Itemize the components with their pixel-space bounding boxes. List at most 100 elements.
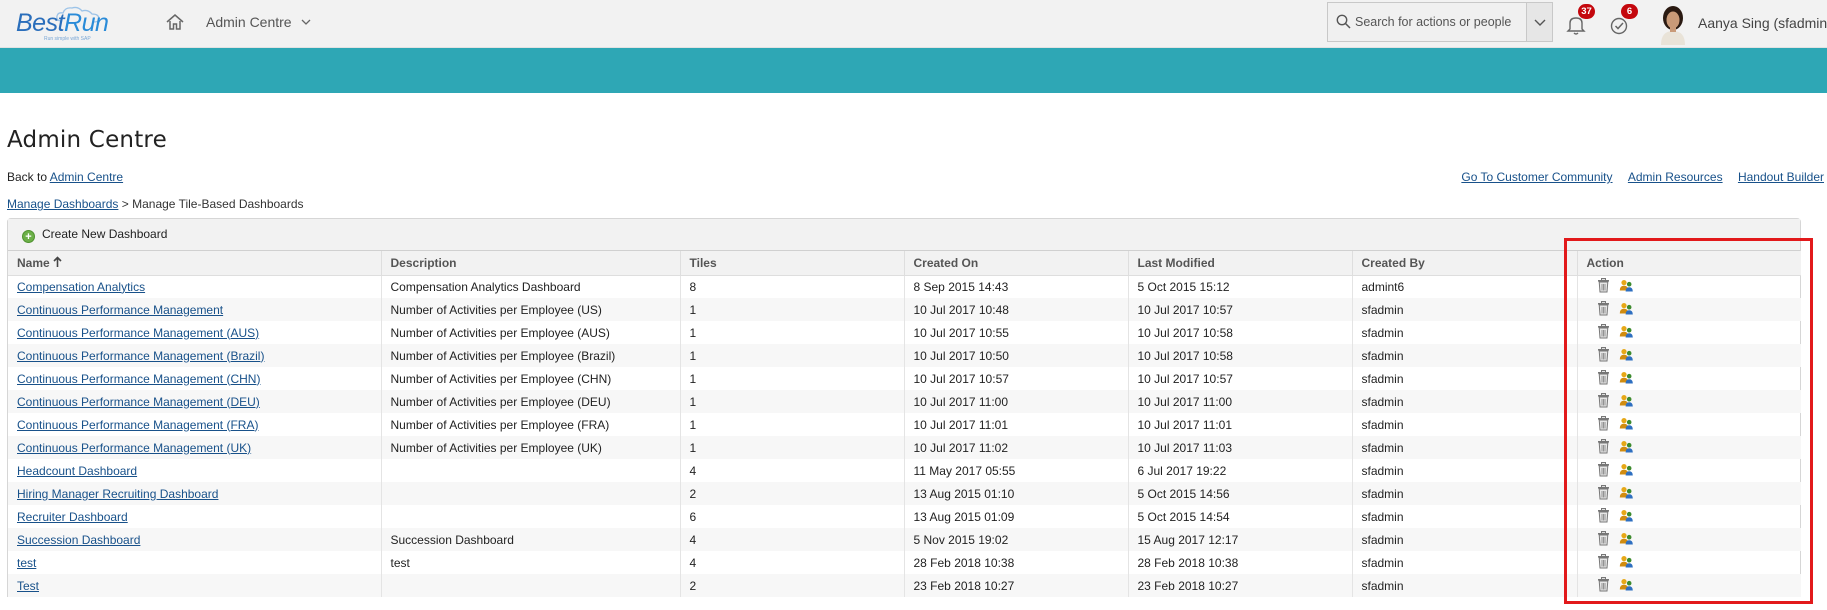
- dashboard-name-link[interactable]: Continuous Performance Management (UK): [17, 441, 251, 455]
- trash-icon[interactable]: [1597, 576, 1610, 595]
- dashboard-name-link[interactable]: Recruiter Dashboard: [17, 510, 128, 524]
- cell-name: Recruiter Dashboard: [8, 505, 382, 528]
- column-header-name[interactable]: Name: [8, 251, 382, 276]
- cell-name: Continuous Performance Management (UK): [8, 436, 382, 459]
- user-name[interactable]: Aanya Sing (sfadmin): [1698, 15, 1827, 31]
- cell-description: Number of Activities per Employee (AUS): [381, 321, 681, 344]
- column-header-created-on[interactable]: Created On: [904, 251, 1129, 276]
- dashboard-name-link[interactable]: Continuous Performance Management (DEU): [17, 395, 260, 409]
- share-users-icon[interactable]: [1619, 532, 1634, 548]
- table-row: Compensation Analytics Compensation Analy…: [8, 275, 1801, 298]
- cell-action: [1577, 482, 1801, 505]
- share-users-icon[interactable]: [1619, 302, 1634, 318]
- trash-icon[interactable]: [1597, 438, 1610, 457]
- table-row: Test 2 23 Feb 2018 10:27 23 Feb 2018 10:27 s…: [8, 574, 1801, 597]
- cell-last-modified: 10 Jul 2017 11:03: [1128, 436, 1353, 459]
- dashboards-table: Name Description Tiles Created On Last M…: [8, 251, 1801, 597]
- cell-last-modified: 6 Jul 2017 19:22: [1128, 459, 1353, 482]
- company-logo[interactable]: BestRun Run simple with SAP: [16, 5, 116, 43]
- trash-icon[interactable]: [1597, 530, 1610, 549]
- column-header-created-by[interactable]: Created By: [1352, 251, 1578, 276]
- table-header-row: Name Description Tiles Created On Last M…: [8, 251, 1801, 276]
- share-users-icon[interactable]: [1619, 279, 1634, 295]
- cell-description: [381, 505, 681, 528]
- share-users-icon[interactable]: [1619, 394, 1634, 410]
- trash-icon[interactable]: [1597, 553, 1610, 572]
- cell-last-modified: 28 Feb 2018 10:38: [1128, 551, 1353, 574]
- global-search[interactable]: [1327, 2, 1553, 42]
- avatar[interactable]: [1655, 1, 1691, 45]
- cell-created-on: 23 Feb 2018 10:27: [904, 574, 1129, 597]
- share-users-icon[interactable]: [1619, 440, 1634, 456]
- share-users-icon[interactable]: [1619, 325, 1634, 341]
- trash-icon[interactable]: [1597, 346, 1610, 365]
- trash-icon[interactable]: [1597, 300, 1610, 319]
- cell-name: Continuous Performance Management (FRA): [8, 413, 382, 436]
- share-users-icon[interactable]: [1619, 463, 1634, 479]
- dashboard-name-link[interactable]: Test: [17, 579, 39, 593]
- column-header-last-modified[interactable]: Last Modified: [1128, 251, 1353, 276]
- cell-last-modified: 5 Oct 2015 15:12: [1128, 275, 1353, 298]
- trash-icon[interactable]: [1597, 277, 1610, 296]
- column-header-description[interactable]: Description: [381, 251, 681, 276]
- table-row: Continuous Performance Management (FRA) N…: [8, 413, 1801, 436]
- share-users-icon[interactable]: [1619, 509, 1634, 525]
- notifications-button[interactable]: 37: [1566, 4, 1595, 36]
- admin-centre-menu[interactable]: Admin Centre: [206, 14, 311, 30]
- trash-icon[interactable]: [1597, 507, 1610, 526]
- admin-resources-link[interactable]: Admin Resources: [1628, 170, 1723, 184]
- customer-community-link[interactable]: Go To Customer Community: [1461, 170, 1612, 184]
- home-button[interactable]: [165, 12, 187, 34]
- back-prefix: Back to: [7, 170, 50, 184]
- trash-icon[interactable]: [1597, 415, 1610, 434]
- trash-icon[interactable]: [1597, 369, 1610, 388]
- share-users-icon[interactable]: [1619, 371, 1634, 387]
- trash-icon[interactable]: [1597, 461, 1610, 480]
- search-scope-dropdown[interactable]: [1526, 2, 1553, 42]
- cell-created-on: 5 Nov 2015 19:02: [904, 528, 1129, 551]
- dashboard-name-link[interactable]: Headcount Dashboard: [17, 464, 137, 478]
- admin-centre-menu-label: Admin Centre: [206, 14, 292, 30]
- cell-created-by: sfadmin: [1352, 367, 1578, 390]
- cell-description: Number of Activities per Employee (US): [381, 298, 681, 321]
- dashboard-name-link[interactable]: Hiring Manager Recruiting Dashboard: [17, 487, 218, 501]
- breadcrumb-manage-dashboards-link[interactable]: Manage Dashboards: [7, 197, 118, 211]
- cell-last-modified: 10 Jul 2017 10:57: [1128, 298, 1353, 321]
- help-links: Go To Customer Community Admin Resources…: [1449, 170, 1824, 184]
- back-to-admin-centre-link[interactable]: Admin Centre: [50, 170, 123, 184]
- dashboard-name-link[interactable]: Continuous Performance Management: [17, 303, 223, 317]
- cell-tiles: 6: [680, 505, 905, 528]
- search-input[interactable]: [1355, 11, 1521, 33]
- dashboard-name-link[interactable]: Continuous Performance Management (Brazi…: [17, 349, 264, 363]
- share-users-icon[interactable]: [1619, 555, 1634, 571]
- column-header-tiles[interactable]: Tiles: [680, 251, 905, 276]
- trash-icon[interactable]: [1597, 484, 1610, 503]
- table-body: Compensation Analytics Compensation Analy…: [8, 275, 1801, 597]
- todo-button[interactable]: 6: [1609, 4, 1638, 36]
- cell-created-by: sfadmin: [1352, 528, 1578, 551]
- cell-created-on: 10 Jul 2017 10:55: [904, 321, 1129, 344]
- cell-tiles: 4: [680, 551, 905, 574]
- dashboard-name-link[interactable]: Compensation Analytics: [17, 280, 145, 294]
- create-new-dashboard-button[interactable]: + Create New Dashboard: [22, 227, 167, 243]
- share-users-icon[interactable]: [1619, 348, 1634, 364]
- dashboard-name-link[interactable]: Succession Dashboard: [17, 533, 140, 547]
- share-users-icon[interactable]: [1619, 578, 1634, 594]
- dashboard-name-link[interactable]: Continuous Performance Management (CHN): [17, 372, 260, 386]
- trash-icon[interactable]: [1597, 392, 1610, 411]
- trash-icon[interactable]: [1597, 323, 1610, 342]
- cell-action: [1577, 459, 1801, 482]
- table-toolbar: + Create New Dashboard: [8, 219, 1800, 251]
- share-users-icon[interactable]: [1619, 417, 1634, 433]
- handout-builder-link[interactable]: Handout Builder: [1738, 170, 1824, 184]
- dashboard-name-link[interactable]: test: [17, 556, 36, 570]
- dashboard-name-link[interactable]: Continuous Performance Management (FRA): [17, 418, 258, 432]
- cell-last-modified: 10 Jul 2017 10:57: [1128, 367, 1353, 390]
- cell-created-by: sfadmin: [1352, 390, 1578, 413]
- cell-action: [1577, 344, 1801, 367]
- cell-action: [1577, 551, 1801, 574]
- cell-created-on: 10 Jul 2017 11:01: [904, 413, 1129, 436]
- dashboard-name-link[interactable]: Continuous Performance Management (AUS): [17, 326, 259, 340]
- share-users-icon[interactable]: [1619, 486, 1634, 502]
- cell-action: [1577, 275, 1801, 298]
